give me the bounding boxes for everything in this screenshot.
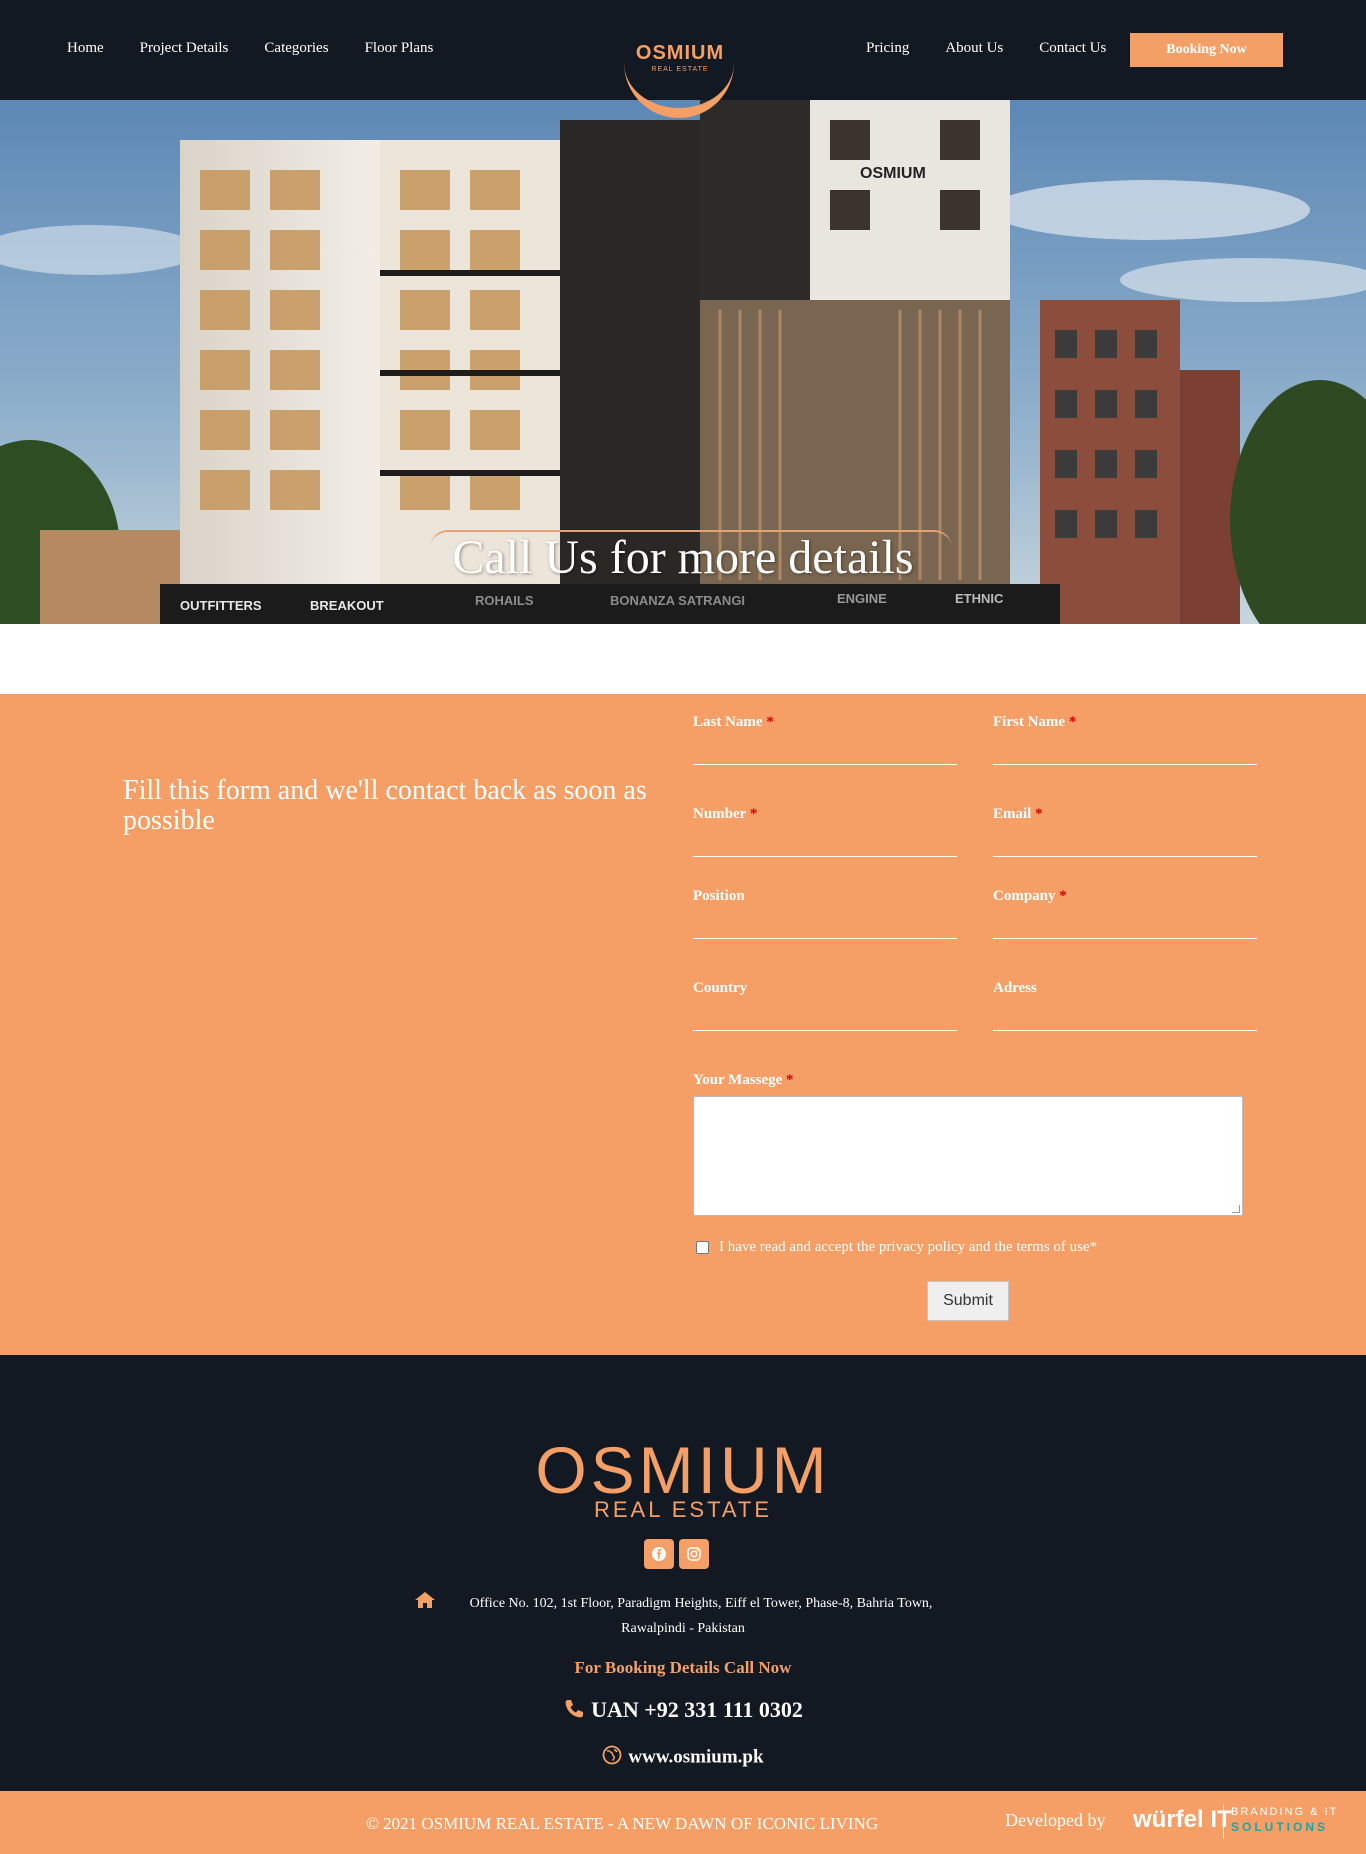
primary-nav-right: Pricing About Us Contact Us <box>866 40 1142 57</box>
address-field[interactable]: Adress <box>993 980 1257 1031</box>
message-textarea[interactable] <box>693 1096 1243 1216</box>
copyright-bar: © 2021 OSMIUM REAL ESTATE - A NEW DAWN O… <box>0 1791 1366 1854</box>
office-address: Office No. 102, 1st Floor, Paradigm Heig… <box>0 1591 1366 1641</box>
country-label: Country <box>693 980 748 996</box>
address-label: Adress <box>993 980 1037 996</box>
number-label: Number * <box>693 806 758 822</box>
first-name-label: First Name * <box>993 714 1077 730</box>
developer-logo-divider <box>1223 1805 1224 1839</box>
resize-grip-icon[interactable] <box>1232 1205 1240 1213</box>
site-footer: OSMIUM REAL ESTATE Office No. 102, 1st F… <box>0 1355 1366 1791</box>
hero-banner: OSMIUM OUTFITTERS BREAKOUT ROHAILS BONAN… <box>0 100 1366 624</box>
developer-tagline-1: BRANDING & IT <box>1231 1806 1339 1818</box>
position-field[interactable]: Position <box>693 888 957 939</box>
nav-about-us[interactable]: About Us <box>945 40 1003 57</box>
nav-contact-us[interactable]: Contact Us <box>1039 40 1106 57</box>
last-name-field[interactable]: Last Name * <box>693 714 957 765</box>
phone-contact[interactable]: UAN +92 331 111 0302 <box>0 1697 1366 1726</box>
email-input[interactable] <box>993 856 1257 857</box>
phone-icon <box>563 1698 585 1726</box>
position-label: Position <box>693 888 745 904</box>
shop-sign-outfitters: OUTFITTERS <box>180 598 262 613</box>
instagram-icon[interactable] <box>679 1539 709 1569</box>
nav-categories[interactable]: Categories <box>264 40 328 57</box>
email-label: Email * <box>993 806 1043 822</box>
nav-pricing[interactable]: Pricing <box>866 40 909 57</box>
logo-name: OSMIUM <box>635 42 725 64</box>
primary-nav-left: Home Project Details Categories Floor Pl… <box>67 40 469 57</box>
site-header: Home Project Details Categories Floor Pl… <box>0 0 1366 118</box>
address-line-2: Rawalpindi - Pakistan <box>621 1621 745 1636</box>
consent-label: I have read and accept the privacy polic… <box>719 1239 1098 1255</box>
website-link[interactable]: www.osmium.pk <box>628 1746 763 1767</box>
last-name-input[interactable] <box>693 764 957 765</box>
country-input[interactable] <box>693 1030 957 1031</box>
consent-row: I have read and accept the privacy polic… <box>696 1239 1097 1256</box>
booking-heading: For Booking Details Call Now <box>574 1658 792 1677</box>
developer-tagline-2: SOLUTIONS <box>1231 1820 1329 1834</box>
facebook-icon[interactable] <box>644 1539 674 1569</box>
building-sign: OSMIUM <box>860 165 926 182</box>
shop-sign-breakout: BREAKOUT <box>310 598 384 613</box>
address-line-1: Office No. 102, 1st Floor, Paradigm Heig… <box>469 1596 933 1611</box>
website-contact[interactable]: www.osmium.pk <box>0 1745 1366 1771</box>
developer-logo[interactable]: würfel IT <box>1133 1806 1232 1834</box>
address-input[interactable] <box>993 1030 1257 1031</box>
consent-checkbox[interactable] <box>696 1241 709 1254</box>
phone-number[interactable]: UAN +92 331 111 0302 <box>591 1697 803 1722</box>
country-field[interactable]: Country <box>693 980 957 1031</box>
copyright-text: © 2021 OSMIUM REAL ESTATE - A NEW DAWN O… <box>366 1814 879 1833</box>
shop-sign-ethnic: ETHNIC <box>955 591 1004 606</box>
form-intro-text: Fill this form and we'll contact back as… <box>123 775 647 836</box>
message-label: Your Massege * <box>693 1072 794 1088</box>
nav-project-details[interactable]: Project Details <box>140 40 229 57</box>
first-name-field[interactable]: First Name * <box>993 714 1257 765</box>
nav-floor-plans[interactable]: Floor Plans <box>365 40 434 57</box>
email-field[interactable]: Email * <box>993 806 1257 857</box>
company-field[interactable]: Company * <box>993 888 1257 939</box>
footer-logo-subtitle: REAL ESTATE <box>593 1497 773 1522</box>
company-label: Company * <box>993 888 1067 904</box>
booking-now-button[interactable]: Booking Now <box>1130 33 1283 67</box>
footer-logo[interactable]: OSMIUM <box>0 1437 1366 1503</box>
number-input[interactable] <box>693 856 957 857</box>
last-name-label: Last Name * <box>693 714 774 730</box>
globe-icon <box>602 1745 622 1771</box>
submit-button[interactable]: Submit <box>927 1281 1009 1321</box>
first-name-input[interactable] <box>993 764 1257 765</box>
site-logo[interactable]: OSMIUM REAL ESTATE <box>622 30 738 120</box>
contact-form-section: Fill this form and we'll contact back as… <box>0 694 1366 1355</box>
nav-home[interactable]: Home <box>67 40 104 57</box>
company-input[interactable] <box>993 938 1257 939</box>
number-field[interactable]: Number * <box>693 806 957 857</box>
hero-title: Call Us for more details <box>452 531 914 584</box>
logo-subtitle: REAL ESTATE <box>651 66 709 73</box>
developed-by-label: Developed by <box>1005 1810 1106 1830</box>
position-input[interactable] <box>693 938 957 939</box>
